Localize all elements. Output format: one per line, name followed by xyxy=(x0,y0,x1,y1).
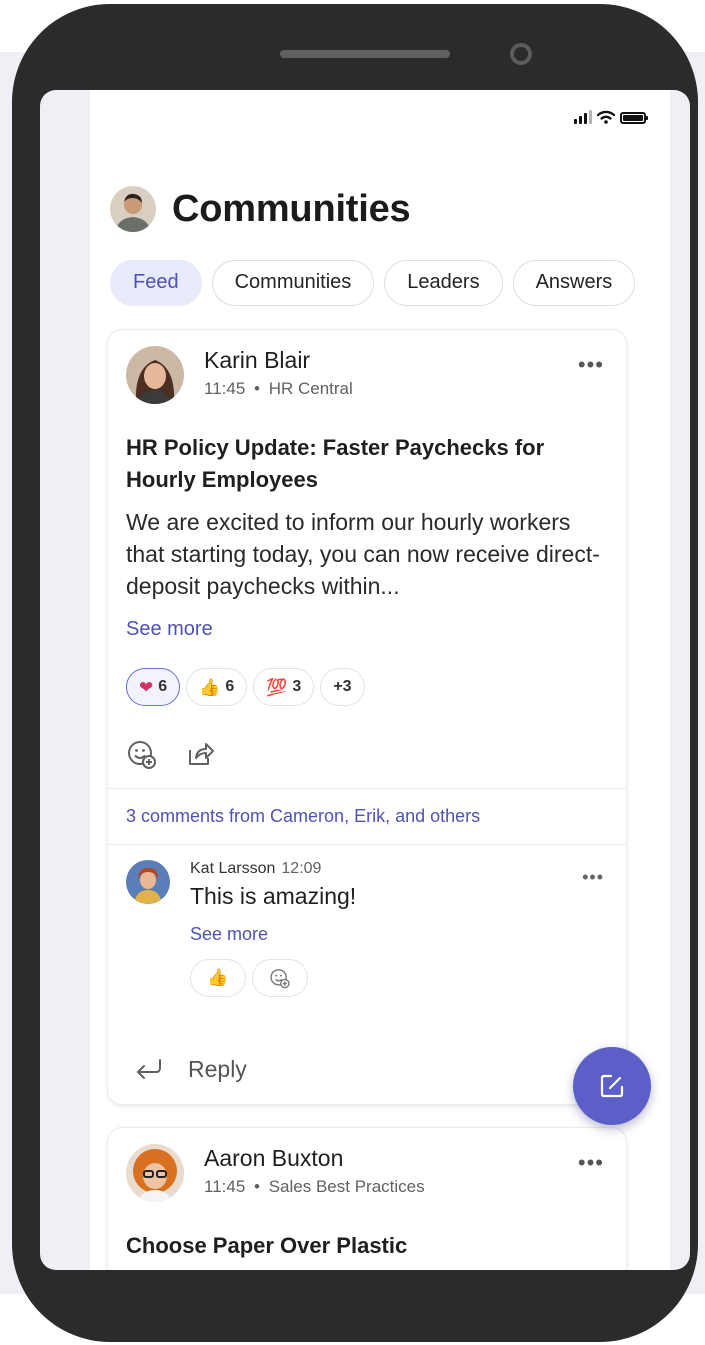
user-avatar[interactable] xyxy=(110,186,156,232)
tab-leaders[interactable]: Leaders xyxy=(384,260,503,306)
comment-time: 12:09 xyxy=(281,860,322,877)
page-title: Communities xyxy=(172,187,411,230)
reaction-count: 6 xyxy=(225,678,235,695)
speaker-grille xyxy=(280,50,450,58)
front-camera xyxy=(510,43,532,65)
reaction-count: +3 xyxy=(333,678,352,695)
tab-bar: Feed Communities Leaders Answers xyxy=(110,260,636,306)
comment-see-more-link[interactable]: See more xyxy=(190,924,356,945)
tab-feed[interactable]: Feed xyxy=(110,260,202,306)
comment-text: This is amazing! xyxy=(190,883,357,909)
post-actions xyxy=(126,738,216,770)
phone-frame: Communities Feed Communities Leaders Ans… xyxy=(12,4,698,1342)
status-bar xyxy=(574,110,648,124)
post-meta: 11:45 • Sales Best Practices xyxy=(204,1177,425,1197)
post-meta: 11:45 • HR Central xyxy=(204,379,353,399)
avatar-photo xyxy=(126,1144,184,1202)
heart-icon: ❤ xyxy=(139,677,154,697)
reply-label: Reply xyxy=(188,1056,247,1082)
compose-post-button[interactable] xyxy=(573,1047,651,1125)
reaction-hundred[interactable]: 💯 3 xyxy=(253,668,315,706)
reaction-count: 6 xyxy=(158,678,168,695)
app-content: Communities Feed Communities Leaders Ans… xyxy=(90,90,670,1270)
reply-icon xyxy=(137,1059,161,1079)
meta-separator: • xyxy=(254,1177,260,1196)
comment-like-button[interactable]: 👍 xyxy=(190,959,246,997)
wifi-icon xyxy=(597,110,615,124)
page-header: Communities xyxy=(110,186,411,232)
comment-author[interactable]: Kat Larsson xyxy=(190,860,275,877)
see-more-link[interactable]: See more xyxy=(126,618,213,641)
comment-add-reaction-button[interactable] xyxy=(252,959,308,997)
share-icon[interactable] xyxy=(184,738,216,770)
hundred-points-icon: 💯 xyxy=(266,677,288,697)
author-avatar[interactable] xyxy=(126,1144,184,1202)
comments-summary-link[interactable]: 3 comments from Cameron, Erik, and other… xyxy=(126,806,480,827)
divider xyxy=(108,788,626,789)
thumbs-up-icon: 👍 xyxy=(199,677,221,697)
phone-screen: Communities Feed Communities Leaders Ans… xyxy=(40,90,690,1270)
post-community[interactable]: Sales Best Practices xyxy=(269,1177,425,1196)
post-time: 11:45 xyxy=(204,379,246,398)
tab-communities[interactable]: Communities xyxy=(211,260,375,306)
post-author[interactable]: Karin Blair xyxy=(204,347,353,374)
thumbs-up-icon: 👍 xyxy=(207,968,229,987)
battery-icon xyxy=(620,112,648,124)
post-title: Choose Paper Over Plastic xyxy=(126,1233,408,1258)
post-header: Aaron Buxton 11:45 • Sales Best Practice… xyxy=(126,1144,425,1202)
comment-author-avatar[interactable] xyxy=(126,860,170,904)
add-reaction-icon xyxy=(270,969,290,989)
comment-reactions: 👍 xyxy=(190,959,356,997)
post-body: We are excited to inform our hourly work… xyxy=(126,509,600,599)
reaction-count: 3 xyxy=(292,678,302,695)
more-reactions-button[interactable]: +3 xyxy=(320,668,365,706)
reaction-thumbs-up[interactable]: 👍 6 xyxy=(186,668,248,706)
reaction-heart[interactable]: ❤ 6 xyxy=(126,668,181,706)
avatar-photo xyxy=(126,346,184,404)
post-card[interactable]: Karin Blair 11:45 • HR Central ••• HR Po… xyxy=(108,330,626,1104)
post-time: 11:45 xyxy=(204,1177,246,1196)
add-reaction-icon[interactable] xyxy=(126,738,158,770)
comment-meta: Kat Larsson 12:09 xyxy=(190,860,356,878)
avatar-photo xyxy=(110,186,156,232)
signal-icon xyxy=(574,110,592,124)
divider xyxy=(108,844,626,845)
reaction-bar: ❤ 6 👍 6 💯 3 +3 xyxy=(126,668,365,706)
tab-answers[interactable]: Answers xyxy=(512,260,636,306)
more-options-icon[interactable]: ••• xyxy=(578,354,604,376)
post-community[interactable]: HR Central xyxy=(269,379,353,398)
author-avatar[interactable] xyxy=(126,346,184,404)
meta-separator: • xyxy=(254,379,260,398)
post-title: HR Policy Update: Faster Paychecks for H… xyxy=(126,435,545,492)
post-header: Karin Blair 11:45 • HR Central xyxy=(126,346,353,404)
compose-icon xyxy=(600,1074,624,1098)
post-card[interactable]: Aaron Buxton 11:45 • Sales Best Practice… xyxy=(108,1128,626,1270)
comment-item: Kat Larsson 12:09 This is amazing! See mo… xyxy=(126,860,356,997)
reply-bar[interactable]: Reply xyxy=(108,1036,626,1104)
post-author[interactable]: Aaron Buxton xyxy=(204,1145,425,1172)
comment-more-options-icon[interactable]: ••• xyxy=(582,868,604,886)
avatar-photo xyxy=(126,860,170,904)
more-options-icon[interactable]: ••• xyxy=(578,1152,604,1174)
